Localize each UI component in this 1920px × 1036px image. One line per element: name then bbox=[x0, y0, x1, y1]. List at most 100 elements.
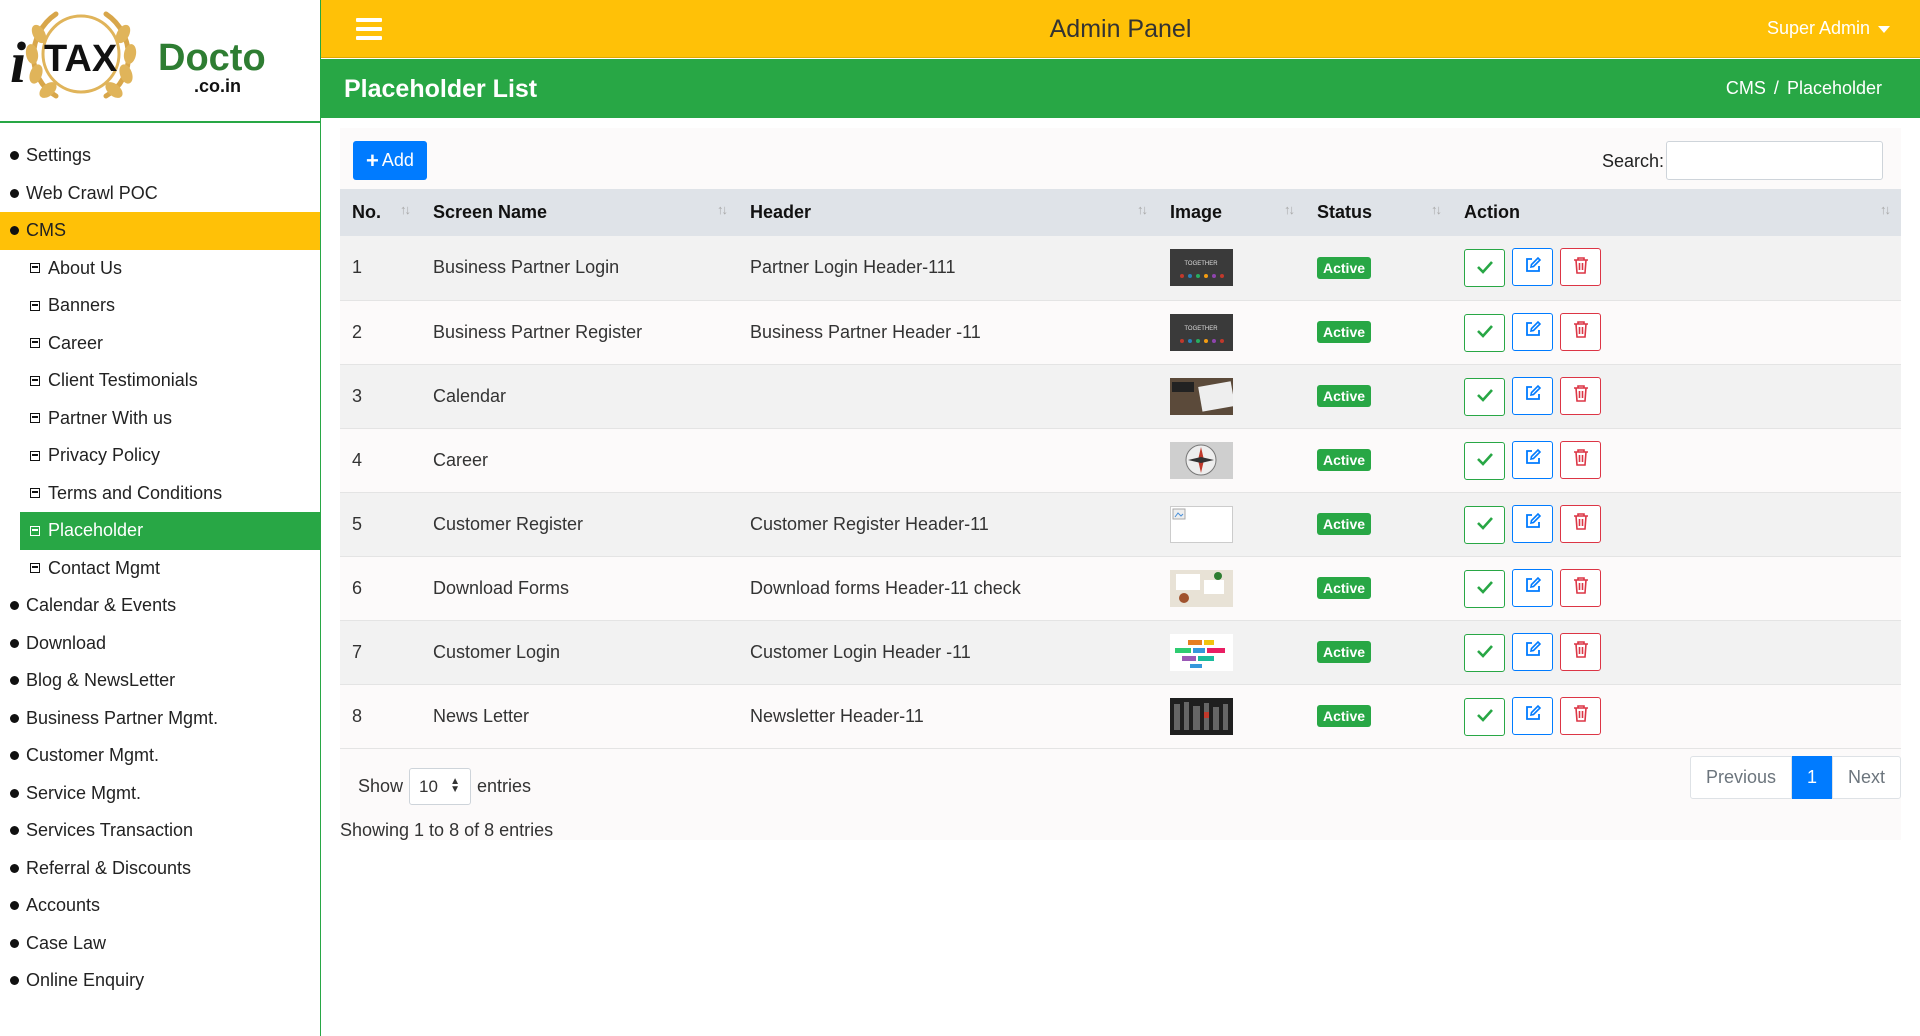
status-badge: Active bbox=[1317, 449, 1372, 471]
activate-button[interactable] bbox=[1464, 697, 1505, 736]
cell-header: Newsletter Header-11 bbox=[750, 705, 924, 726]
delete-button[interactable] bbox=[1560, 504, 1601, 543]
sidebar-item-case-law[interactable]: Case Law bbox=[0, 925, 320, 963]
sidebar-subitem-placeholder[interactable]: Placeholder bbox=[20, 512, 320, 550]
delete-button[interactable] bbox=[1560, 440, 1601, 479]
sidebar-item-label: Referral & Discounts bbox=[26, 857, 192, 878]
sidebar-subitem-terms[interactable]: Terms and Conditions bbox=[20, 475, 320, 513]
sidebar-item-settings[interactable]: Settings bbox=[0, 137, 320, 175]
column-header-screen-name[interactable]: Screen Name ↑↓ bbox=[421, 189, 738, 236]
add-button[interactable]: + Add bbox=[353, 141, 427, 180]
sidebar-item-online-enquiry[interactable]: Online Enquiry bbox=[0, 962, 320, 1000]
sidebar-subitem-contact-mgmt[interactable]: Contact Mgmt bbox=[20, 550, 320, 588]
user-dropdown[interactable]: Super Admin bbox=[1767, 18, 1890, 39]
check-icon bbox=[1476, 642, 1494, 663]
column-header-image[interactable]: Image ↑↓ bbox=[1158, 189, 1305, 236]
check-icon bbox=[1476, 258, 1494, 279]
activate-button[interactable] bbox=[1464, 441, 1505, 480]
status-badge: Active bbox=[1317, 513, 1372, 535]
edit-button[interactable] bbox=[1512, 248, 1553, 287]
activate-button[interactable] bbox=[1464, 377, 1505, 416]
table-info: Showing 1 to 8 of 8 entries bbox=[340, 820, 554, 840]
trash-icon bbox=[1573, 512, 1589, 535]
activate-button[interactable] bbox=[1464, 505, 1505, 544]
delete-button[interactable] bbox=[1560, 376, 1601, 415]
delete-button[interactable] bbox=[1560, 248, 1601, 287]
pagination-next[interactable]: Next bbox=[1831, 756, 1901, 799]
sort-icon: ↑↓ bbox=[717, 202, 728, 217]
breadcrumb-item-cms[interactable]: CMS bbox=[1726, 78, 1766, 98]
edit-button[interactable] bbox=[1512, 568, 1553, 607]
status-badge: Active bbox=[1317, 256, 1372, 279]
search-input[interactable] bbox=[1666, 141, 1883, 180]
edit-button[interactable] bbox=[1512, 632, 1553, 671]
add-button-label: Add bbox=[381, 150, 414, 170]
cell-screen-name: Customer Register bbox=[433, 513, 584, 534]
bullet-icon bbox=[10, 976, 19, 986]
delete-button[interactable] bbox=[1560, 312, 1601, 351]
sidebar-item-label: Client Testimonials bbox=[48, 370, 198, 391]
sidebar-item-web-crawl-poc[interactable]: Web Crawl POC bbox=[0, 175, 320, 213]
column-header-status[interactable]: Status ↑↓ bbox=[1305, 189, 1452, 236]
sidebar-subitem-client-testimonials[interactable]: Client Testimonials bbox=[20, 362, 320, 400]
window-icon bbox=[30, 300, 40, 311]
sidebar-item-label: Settings bbox=[26, 145, 92, 166]
status-badge: Active bbox=[1317, 321, 1372, 343]
thumbnail-image bbox=[1170, 569, 1305, 607]
edit-button[interactable] bbox=[1512, 376, 1553, 415]
activate-button[interactable] bbox=[1464, 633, 1505, 672]
sidebar-item-calendar-events[interactable]: Calendar & Events bbox=[0, 587, 320, 625]
bullet-icon bbox=[10, 826, 19, 836]
cell-status: Active bbox=[1305, 684, 1452, 748]
edit-button[interactable] bbox=[1512, 312, 1553, 351]
cell-action bbox=[1452, 300, 1901, 364]
activate-button[interactable] bbox=[1464, 249, 1505, 288]
sidebar-subitem-privacy-policy[interactable]: Privacy Policy bbox=[20, 437, 320, 475]
sidebar-item-customer-mgmt[interactable]: Customer Mgmt. bbox=[0, 737, 320, 775]
activate-button[interactable] bbox=[1464, 569, 1505, 608]
sidebar-item-accounts[interactable]: Accounts bbox=[0, 887, 320, 925]
sidebar-item-label: Customer Mgmt. bbox=[26, 745, 160, 766]
edit-button[interactable] bbox=[1512, 504, 1553, 543]
cell-action bbox=[1452, 236, 1901, 300]
delete-button[interactable] bbox=[1560, 568, 1601, 607]
trash-icon bbox=[1573, 448, 1589, 471]
sidebar-subitem-career[interactable]: Career bbox=[20, 325, 320, 363]
sidebar-item-business-partner-mgmt[interactable]: Business Partner Mgmt. bbox=[0, 700, 320, 738]
placeholder-list-card: + Add Search: No. ↑↓ Screen Name ↑↓ Header ↑… bbox=[340, 128, 1901, 840]
cell-status: Active bbox=[1305, 364, 1452, 428]
edit-button[interactable] bbox=[1512, 440, 1553, 479]
pagination-page-1[interactable]: 1 bbox=[1791, 756, 1832, 799]
activate-button[interactable] bbox=[1464, 313, 1505, 352]
edit-button[interactable] bbox=[1512, 696, 1553, 735]
sidebar-item-cms[interactable]: CMS bbox=[0, 212, 320, 250]
column-header-header[interactable]: Header ↑↓ bbox=[738, 189, 1158, 236]
page-length-select[interactable]: 10 ▲ ▼ bbox=[409, 768, 472, 805]
status-badge: Active bbox=[1317, 577, 1372, 599]
bullet-icon bbox=[10, 638, 19, 648]
user-name: Super Admin bbox=[1766, 18, 1870, 38]
sidebar-item-service-mgmt[interactable]: Service Mgmt. bbox=[0, 775, 320, 813]
pagination-previous[interactable]: Previous bbox=[1689, 756, 1792, 799]
app-title: Admin Panel bbox=[1049, 15, 1192, 43]
bullet-icon bbox=[10, 188, 19, 198]
sidebar-item-services-transaction[interactable]: Services Transaction bbox=[0, 812, 320, 850]
delete-button[interactable] bbox=[1560, 632, 1601, 671]
window-icon bbox=[30, 525, 40, 536]
brand-logo[interactable]: i TAX Doctor .co.in bbox=[0, 0, 320, 123]
column-header-action[interactable]: Action ↑↓ bbox=[1452, 189, 1901, 236]
sidebar-subitem-banners[interactable]: Banners bbox=[20, 287, 320, 325]
sidebar-subitem-about-us[interactable]: About Us bbox=[20, 250, 320, 288]
window-icon bbox=[30, 375, 40, 386]
breadcrumb-item-placeholder: Placeholder bbox=[1786, 78, 1882, 98]
delete-button[interactable] bbox=[1560, 696, 1601, 735]
sidebar-subitem-partner-with-us[interactable]: Partner With us bbox=[20, 400, 320, 438]
cell-no: 6 bbox=[352, 577, 363, 598]
sidebar-item-download[interactable]: Download bbox=[0, 625, 320, 663]
cell-header: Customer Register Header-11 bbox=[750, 513, 989, 534]
sidebar-item-referral-discounts[interactable]: Referral & Discounts bbox=[0, 850, 320, 888]
bullet-icon bbox=[10, 938, 19, 948]
column-header-no[interactable]: No. ↑↓ bbox=[340, 189, 421, 236]
page-length-control: Show 10 ▲ ▼ entries bbox=[358, 768, 531, 805]
sidebar-item-blog-newsletter[interactable]: Blog & NewsLetter bbox=[0, 662, 320, 700]
